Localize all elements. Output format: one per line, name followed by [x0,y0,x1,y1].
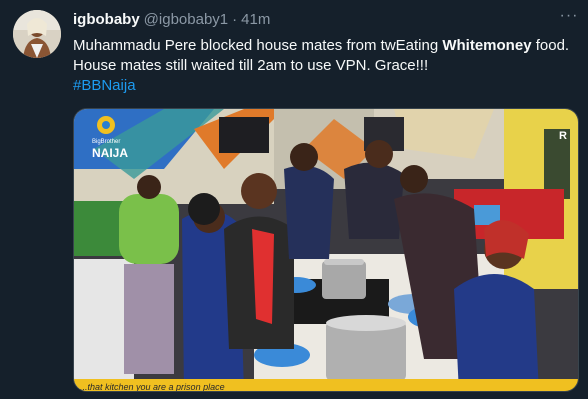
tweet-timestamp[interactable]: 41m [241,11,270,28]
hashtag-link[interactable]: #BBNaija [73,76,583,96]
tweet-line-2: House mates still waited till 2am to use… [73,57,429,74]
ticker-text: ...that kitchen you are a prison place [80,382,225,392]
ellipsis-icon[interactable]: ··· [559,6,579,26]
author-name[interactable]: igbobaby [73,11,140,28]
logo-line1: BigBrother [92,139,120,145]
separator-dot: · [232,11,238,28]
author-handle[interactable]: @igbobaby1 [144,11,228,28]
profile-avatar-icon [13,10,61,58]
author-avatar[interactable] [13,10,61,58]
tweet-media-image[interactable]: BigBrother NAIJA R ...that kitchen you a… [73,108,579,392]
tweet-text: Muhammadu Pere blocked house mates from … [73,36,583,96]
tweet-text-part: food. [531,37,570,54]
tv-screenshot-image: BigBrother NAIJA R ...that kitchen you a… [74,109,578,392]
corner-tag: R [559,130,567,142]
tweet-card[interactable]: igbobaby @igbobaby1 · 41m ··· Muhammadu … [0,0,588,399]
tweet-line-1: Muhammadu Pere blocked house mates from … [73,36,583,56]
tweet-header: igbobaby @igbobaby1 · 41m [73,11,270,28]
tweet-text-part: Muhammadu Pere blocked house mates from … [73,37,443,54]
logo-line2: NAIJA [92,146,128,160]
tweet-text-bold: Whitemoney [442,37,532,54]
